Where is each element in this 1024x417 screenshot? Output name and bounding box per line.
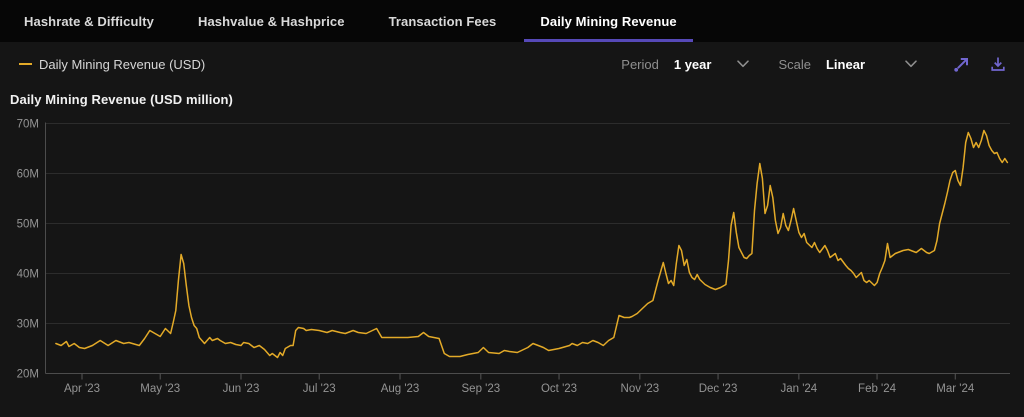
y-axis-tick-label: 40M <box>17 269 39 281</box>
x-axis-tick-label: Jul '23 <box>303 383 336 395</box>
x-axis-tick-label: Dec '23 <box>699 383 738 395</box>
y-axis-tick-label: 50M <box>17 219 39 231</box>
x-axis-tick-label: Jan '24 <box>780 383 817 395</box>
y-axis-tick-label: 60M <box>17 169 39 181</box>
y-axis-tick-label: 70M <box>17 119 39 131</box>
x-axis-tick-label: May '23 <box>140 383 180 395</box>
x-axis-tick-label: Feb '24 <box>858 383 897 395</box>
x-axis-tick-label: Sep '23 <box>462 383 501 395</box>
x-axis-tick-label: Mar '24 <box>936 383 975 395</box>
revenue-line-chart[interactable]: 70M 60M 50M 40M 30M 20M Apr '23 May '23 Jun '23 J… <box>0 0 1024 417</box>
mining-dashboard: Hashrate & Difficulty Hashvalue & Hashpr… <box>0 0 1024 417</box>
x-axis-tick-label: Jun '23 <box>223 383 260 395</box>
x-axis-tick-label: Oct '23 <box>541 383 577 395</box>
x-axis-tick-label: Apr '23 <box>64 383 100 395</box>
x-axis-tick-label: Aug '23 <box>381 383 420 395</box>
y-axis-tick-label: 20M <box>17 369 39 381</box>
x-axis-tick-label: Nov '23 <box>621 383 660 395</box>
y-axis-tick-label: 30M <box>17 319 39 331</box>
